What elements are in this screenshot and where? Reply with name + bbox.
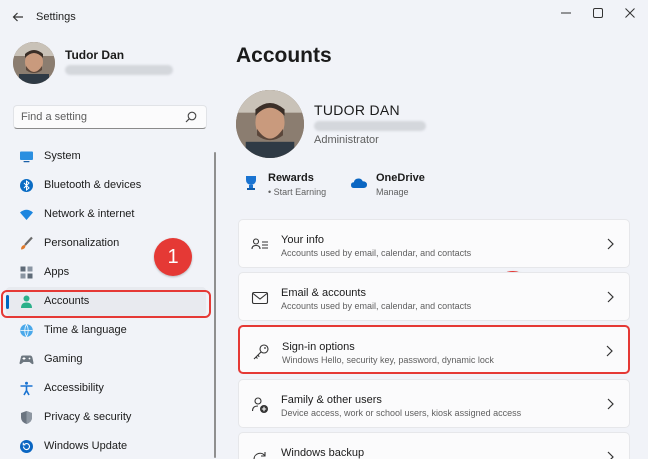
sidebar-item-label: Personalization bbox=[44, 237, 120, 249]
sidebar-item-label: Time & language bbox=[44, 324, 127, 336]
onedrive-link[interactable]: OneDrive Manage bbox=[350, 172, 450, 200]
search-placeholder: Find a setting bbox=[21, 111, 88, 123]
profile-name: TUDOR DAN bbox=[314, 102, 400, 118]
profile-email-redacted bbox=[314, 121, 426, 131]
main-content: Accounts TUDOR DAN Administrator Rewards… bbox=[222, 34, 648, 459]
sidebar-item-label: System bbox=[44, 150, 81, 162]
card-title: Email & accounts bbox=[281, 287, 366, 299]
sidebar-item-label: Accessibility bbox=[44, 382, 104, 394]
chevron-right-icon bbox=[607, 398, 614, 410]
back-button[interactable] bbox=[8, 8, 28, 26]
callout-1: 1 bbox=[154, 238, 192, 276]
wifi-icon bbox=[20, 209, 33, 220]
chevron-right-icon bbox=[607, 291, 614, 303]
shield-icon bbox=[21, 411, 32, 424]
sidebar-item-bluetooth[interactable]: Bluetooth & devices bbox=[6, 171, 206, 200]
minimize-icon bbox=[561, 12, 571, 14]
sidebar-item-label: Apps bbox=[44, 266, 70, 278]
card-title: Windows backup bbox=[281, 447, 365, 459]
update-icon bbox=[20, 440, 33, 453]
sidebar-user[interactable]: Tudor Dan bbox=[13, 42, 213, 88]
rewards-trophy-icon bbox=[246, 176, 256, 190]
envelope-icon bbox=[251, 291, 269, 305]
page-title: Accounts bbox=[236, 44, 332, 67]
sidebar-item-accessibility[interactable]: Accessibility bbox=[6, 374, 206, 403]
accessibility-icon bbox=[20, 381, 33, 396]
sidebar-item-label: Bluetooth & devices bbox=[44, 179, 142, 191]
user-email-redacted bbox=[65, 65, 173, 75]
add-user-icon bbox=[251, 397, 268, 413]
onedrive-subtitle: Manage bbox=[376, 187, 409, 197]
email-accounts-card[interactable]: Email & accounts Accounts used by email,… bbox=[238, 272, 630, 321]
sidebar-item-label: Windows Update bbox=[44, 440, 128, 452]
chevron-right-icon bbox=[607, 238, 614, 250]
card-subtitle: Accounts used by email, calendar, and co… bbox=[281, 248, 472, 258]
card-subtitle: Windows Hello, security key, password, d… bbox=[282, 355, 494, 365]
sidebar-item-label: Privacy & security bbox=[44, 411, 132, 423]
chevron-right-icon bbox=[607, 451, 614, 459]
sidebar-scrollbar[interactable] bbox=[214, 152, 216, 458]
search-icon[interactable] bbox=[184, 110, 198, 124]
key-icon bbox=[253, 344, 269, 360]
close-icon bbox=[625, 8, 635, 18]
backup-icon bbox=[253, 452, 266, 459]
person-card-icon bbox=[251, 238, 268, 250]
maximize-icon bbox=[593, 8, 603, 18]
card-title: Sign-in options bbox=[282, 341, 355, 353]
title-bar: Settings bbox=[0, 0, 648, 34]
accounts-highlight-box bbox=[1, 290, 211, 318]
rewards-title: Rewards bbox=[268, 172, 314, 184]
sidebar-item-gaming[interactable]: Gaming bbox=[6, 345, 206, 374]
windows-backup-card[interactable]: Windows backup bbox=[238, 432, 630, 459]
brush-icon bbox=[21, 236, 33, 250]
sidebar-item-network[interactable]: Network & internet bbox=[6, 200, 206, 229]
window-title: Settings bbox=[36, 11, 76, 23]
monitor-icon bbox=[20, 151, 33, 163]
sidebar-item-label: Gaming bbox=[44, 353, 83, 365]
search-input[interactable]: Find a setting bbox=[13, 105, 207, 129]
chevron-right-icon bbox=[606, 345, 613, 357]
rewards-link[interactable]: Rewards • Start Earning bbox=[242, 172, 342, 200]
family-other-users-card[interactable]: Family & other users Device access, work… bbox=[238, 379, 630, 428]
apps-icon bbox=[20, 266, 33, 279]
onedrive-title: OneDrive bbox=[376, 172, 425, 184]
sidebar-item-time-language[interactable]: Time & language bbox=[6, 316, 206, 345]
cloud-icon bbox=[351, 178, 367, 188]
arrow-left-icon bbox=[12, 12, 23, 22]
sidebar-item-windows-update[interactable]: Windows Update bbox=[6, 432, 206, 459]
user-name: Tudor Dan bbox=[65, 48, 125, 62]
close-button[interactable] bbox=[616, 4, 644, 24]
profile-avatar[interactable] bbox=[236, 90, 304, 158]
bluetooth-icon bbox=[20, 179, 33, 192]
minimize-button[interactable] bbox=[552, 4, 580, 24]
card-title: Your info bbox=[281, 234, 325, 246]
avatar bbox=[13, 42, 55, 84]
your-info-card[interactable]: Your info Accounts used by email, calend… bbox=[238, 219, 630, 268]
settings-window: Settings Tudor Dan Find a setting System… bbox=[0, 0, 648, 459]
rewards-subtitle: • Start Earning bbox=[268, 187, 327, 197]
maximize-button[interactable] bbox=[584, 4, 612, 24]
card-subtitle: Device access, work or school users, kio… bbox=[281, 408, 522, 418]
sidebar-item-privacy-security[interactable]: Privacy & security bbox=[6, 403, 206, 432]
globe-clock-icon bbox=[20, 324, 33, 337]
profile-role: Administrator bbox=[314, 134, 379, 146]
gamepad-icon bbox=[19, 355, 34, 365]
sidebar-item-system[interactable]: System bbox=[6, 142, 206, 171]
card-subtitle: Accounts used by email, calendar, and co… bbox=[281, 301, 472, 311]
sidebar-item-label: Network & internet bbox=[44, 208, 135, 220]
sign-in-options-card[interactable]: Sign-in options Windows Hello, security … bbox=[238, 325, 630, 374]
card-title: Family & other users bbox=[281, 394, 382, 406]
